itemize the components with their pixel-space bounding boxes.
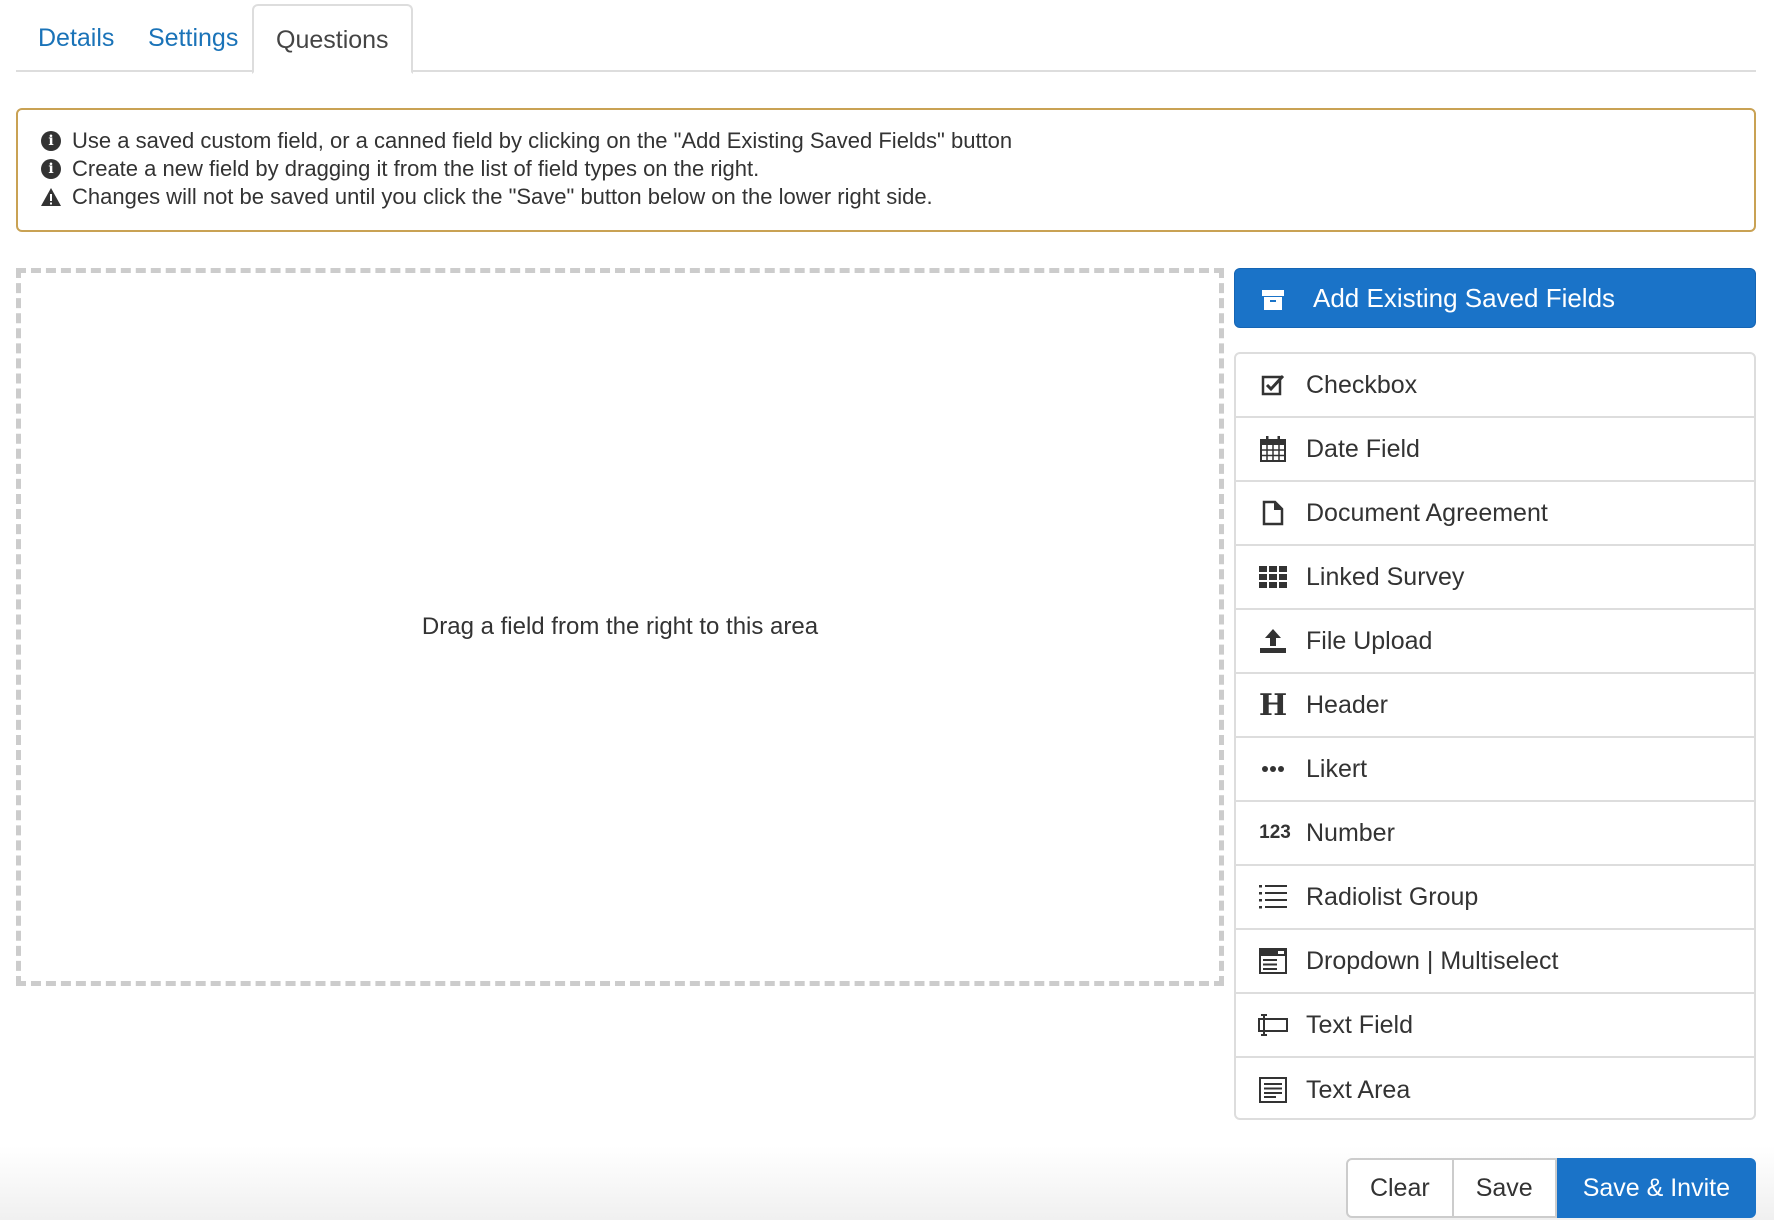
field-type-dropdown-multiselect[interactable]: Dropdown | Multiselect: [1236, 930, 1754, 994]
grid-icon: [1258, 562, 1288, 592]
list-icon: [1258, 882, 1288, 912]
dropdown-icon: [1258, 946, 1288, 976]
info-circle-icon: i: [40, 130, 62, 152]
field-type-label: Number: [1306, 818, 1395, 847]
info-circle-icon: i: [40, 158, 62, 180]
add-existing-saved-fields-button[interactable]: Add Existing Saved Fields: [1234, 268, 1756, 328]
notice-text: Use a saved custom field, or a canned fi…: [72, 128, 1013, 153]
field-type-text-area[interactable]: Text Area: [1236, 1058, 1754, 1118]
clear-button[interactable]: Clear: [1345, 1158, 1454, 1218]
field-type-label: Linked Survey: [1306, 562, 1465, 591]
tab-bar: Details Settings Questions: [16, 4, 1756, 74]
text-area-icon: [1258, 1075, 1288, 1105]
field-type-label: Checkbox: [1306, 370, 1418, 399]
notice-text: Changes will not be saved until you clic…: [72, 184, 933, 209]
field-type-date[interactable]: Date Field: [1236, 418, 1754, 482]
field-type-label: Header: [1306, 690, 1388, 719]
field-type-label: Radiolist Group: [1306, 882, 1479, 911]
instructions-notice: i Use a saved custom field, or a canned …: [16, 108, 1756, 232]
field-type-label: Text Area: [1306, 1075, 1411, 1104]
field-type-likert[interactable]: Likert: [1236, 738, 1754, 802]
field-type-checkbox[interactable]: Checkbox: [1236, 354, 1754, 418]
header-icon: H: [1258, 687, 1288, 723]
field-type-linked-survey[interactable]: Linked Survey: [1236, 546, 1754, 610]
field-type-file-upload[interactable]: File Upload: [1236, 610, 1754, 674]
field-type-label: File Upload: [1306, 626, 1433, 655]
footer-bar: Clear Save Save & Invite: [0, 1146, 1774, 1220]
tab-settings[interactable]: Settings: [126, 4, 260, 72]
field-type-header[interactable]: H Header: [1236, 674, 1754, 738]
calendar-icon: [1258, 434, 1288, 464]
tab-details[interactable]: Details: [16, 4, 136, 72]
checkbox-icon: [1258, 370, 1288, 400]
drop-zone-hint: Drag a field from the right to this area: [421, 613, 819, 640]
text-field-icon: [1258, 1010, 1288, 1040]
upload-icon: [1258, 626, 1288, 656]
document-icon: [1258, 498, 1288, 528]
field-type-label: Text Field: [1306, 1010, 1413, 1039]
field-type-text-field[interactable]: Text Field: [1236, 994, 1754, 1058]
field-type-radiolist-group[interactable]: Radiolist Group: [1236, 866, 1754, 930]
warning-icon: [40, 186, 62, 208]
number-icon: 123: [1259, 822, 1291, 843]
footer-button-group: Clear Save Save & Invite: [1345, 1158, 1756, 1218]
field-type-list: Checkbox Date Field Document Agreement L…: [1234, 352, 1756, 1120]
notice-line: i Use a saved custom field, or a canned …: [40, 127, 1732, 155]
add-existing-label: Add Existing Saved Fields: [1313, 282, 1616, 313]
archive-icon: [1261, 287, 1285, 310]
notice-line: Changes will not be saved until you clic…: [40, 183, 1732, 211]
ellipsis-icon: [1258, 754, 1288, 784]
save-button[interactable]: Save: [1453, 1158, 1557, 1218]
field-drop-zone[interactable]: Drag a field from the right to this area: [16, 268, 1224, 986]
field-type-label: Document Agreement: [1306, 498, 1548, 527]
field-type-document-agreement[interactable]: Document Agreement: [1236, 482, 1754, 546]
field-type-label: Dropdown | Multiselect: [1306, 946, 1559, 975]
tab-questions[interactable]: Questions: [252, 4, 413, 74]
notice-text: Create a new field by dragging it from t…: [72, 156, 760, 181]
field-type-number[interactable]: 123 Number: [1236, 802, 1754, 866]
save-and-invite-button[interactable]: Save & Invite: [1556, 1158, 1756, 1218]
notice-line: i Create a new field by dragging it from…: [40, 155, 1732, 183]
field-type-label: Likert: [1306, 754, 1368, 783]
field-type-label: Date Field: [1306, 434, 1420, 463]
